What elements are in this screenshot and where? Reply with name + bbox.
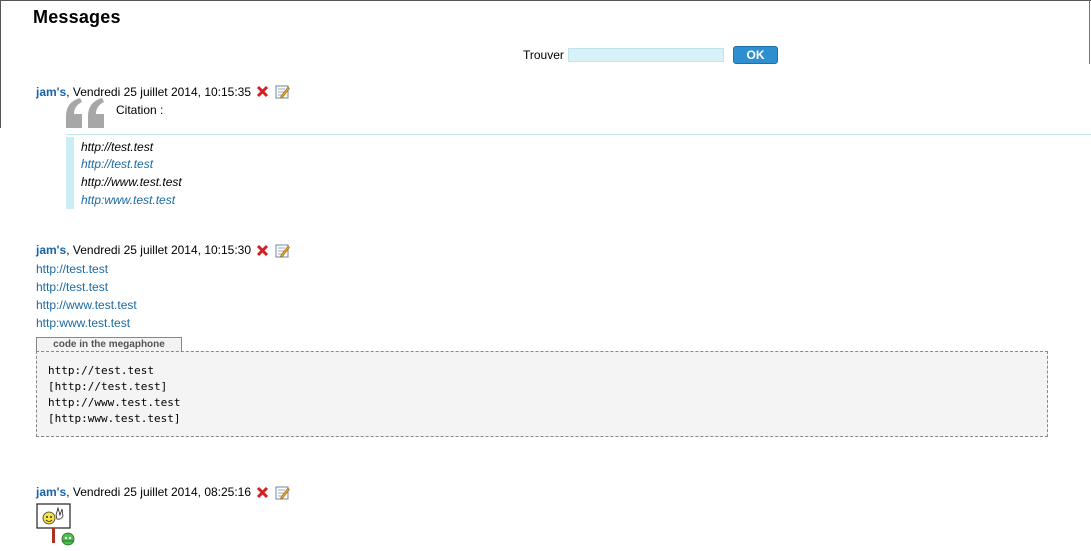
quote-line: http://www.test.test	[81, 175, 182, 189]
message-author[interactable]: jam's	[36, 85, 66, 99]
delete-x-icon[interactable]	[256, 85, 269, 98]
code-block: http://test.test [http://test.test] http…	[36, 351, 1048, 437]
code-line: [http:www.test.test]	[48, 412, 181, 425]
edit-pencil-icon[interactable]	[275, 485, 290, 500]
message-link[interactable]: http://test.test	[36, 280, 108, 294]
search-input[interactable]	[568, 48, 724, 62]
message-link[interactable]: http://test.test	[36, 262, 108, 276]
message-date: , Vendredi 25 juillet 2014, 08:25:16	[66, 485, 252, 499]
code-line: http://www.test.test	[48, 396, 181, 409]
quote-mark-icon	[66, 98, 104, 128]
frame-top-border	[0, 0, 1091, 1]
code-tab-label: code in the megaphone	[36, 337, 182, 351]
edit-pencil-icon[interactable]	[275, 84, 290, 99]
frame-right-border	[1089, 0, 1090, 64]
message-link[interactable]: http:www.test.test	[36, 316, 130, 330]
quote-link[interactable]: http:www.test.test	[81, 193, 175, 207]
code-line: http://test.test	[48, 364, 154, 377]
message-author[interactable]: jam's	[36, 485, 66, 499]
quote-bar	[66, 137, 74, 209]
message-author[interactable]: jam's	[36, 243, 66, 257]
page-title: Messages	[33, 7, 121, 27]
message-header: jam's, Vendredi 25 juillet 2014, 08:25:1…	[36, 485, 251, 499]
search-label: Trouver	[523, 48, 564, 62]
delete-x-icon[interactable]	[256, 244, 269, 257]
search-ok-button[interactable]: OK	[733, 46, 778, 64]
quote-divider	[66, 134, 1091, 135]
message-date: , Vendredi 25 juillet 2014, 10:15:30	[66, 243, 252, 257]
quote-link[interactable]: http://test.test	[81, 157, 153, 171]
quote-line: http://test.test	[81, 140, 154, 154]
delete-x-icon[interactable]	[256, 486, 269, 499]
code-line: [http://test.test]	[48, 380, 168, 393]
message-link[interactable]: http://www.test.test	[36, 298, 137, 312]
smiley-sign-icon	[36, 503, 75, 546]
edit-pencil-icon[interactable]	[275, 243, 290, 258]
citation-label: Citation :	[116, 103, 164, 117]
message-header: jam's, Vendredi 25 juillet 2014, 10:15:3…	[36, 243, 251, 257]
frame-left-border	[0, 0, 1, 128]
